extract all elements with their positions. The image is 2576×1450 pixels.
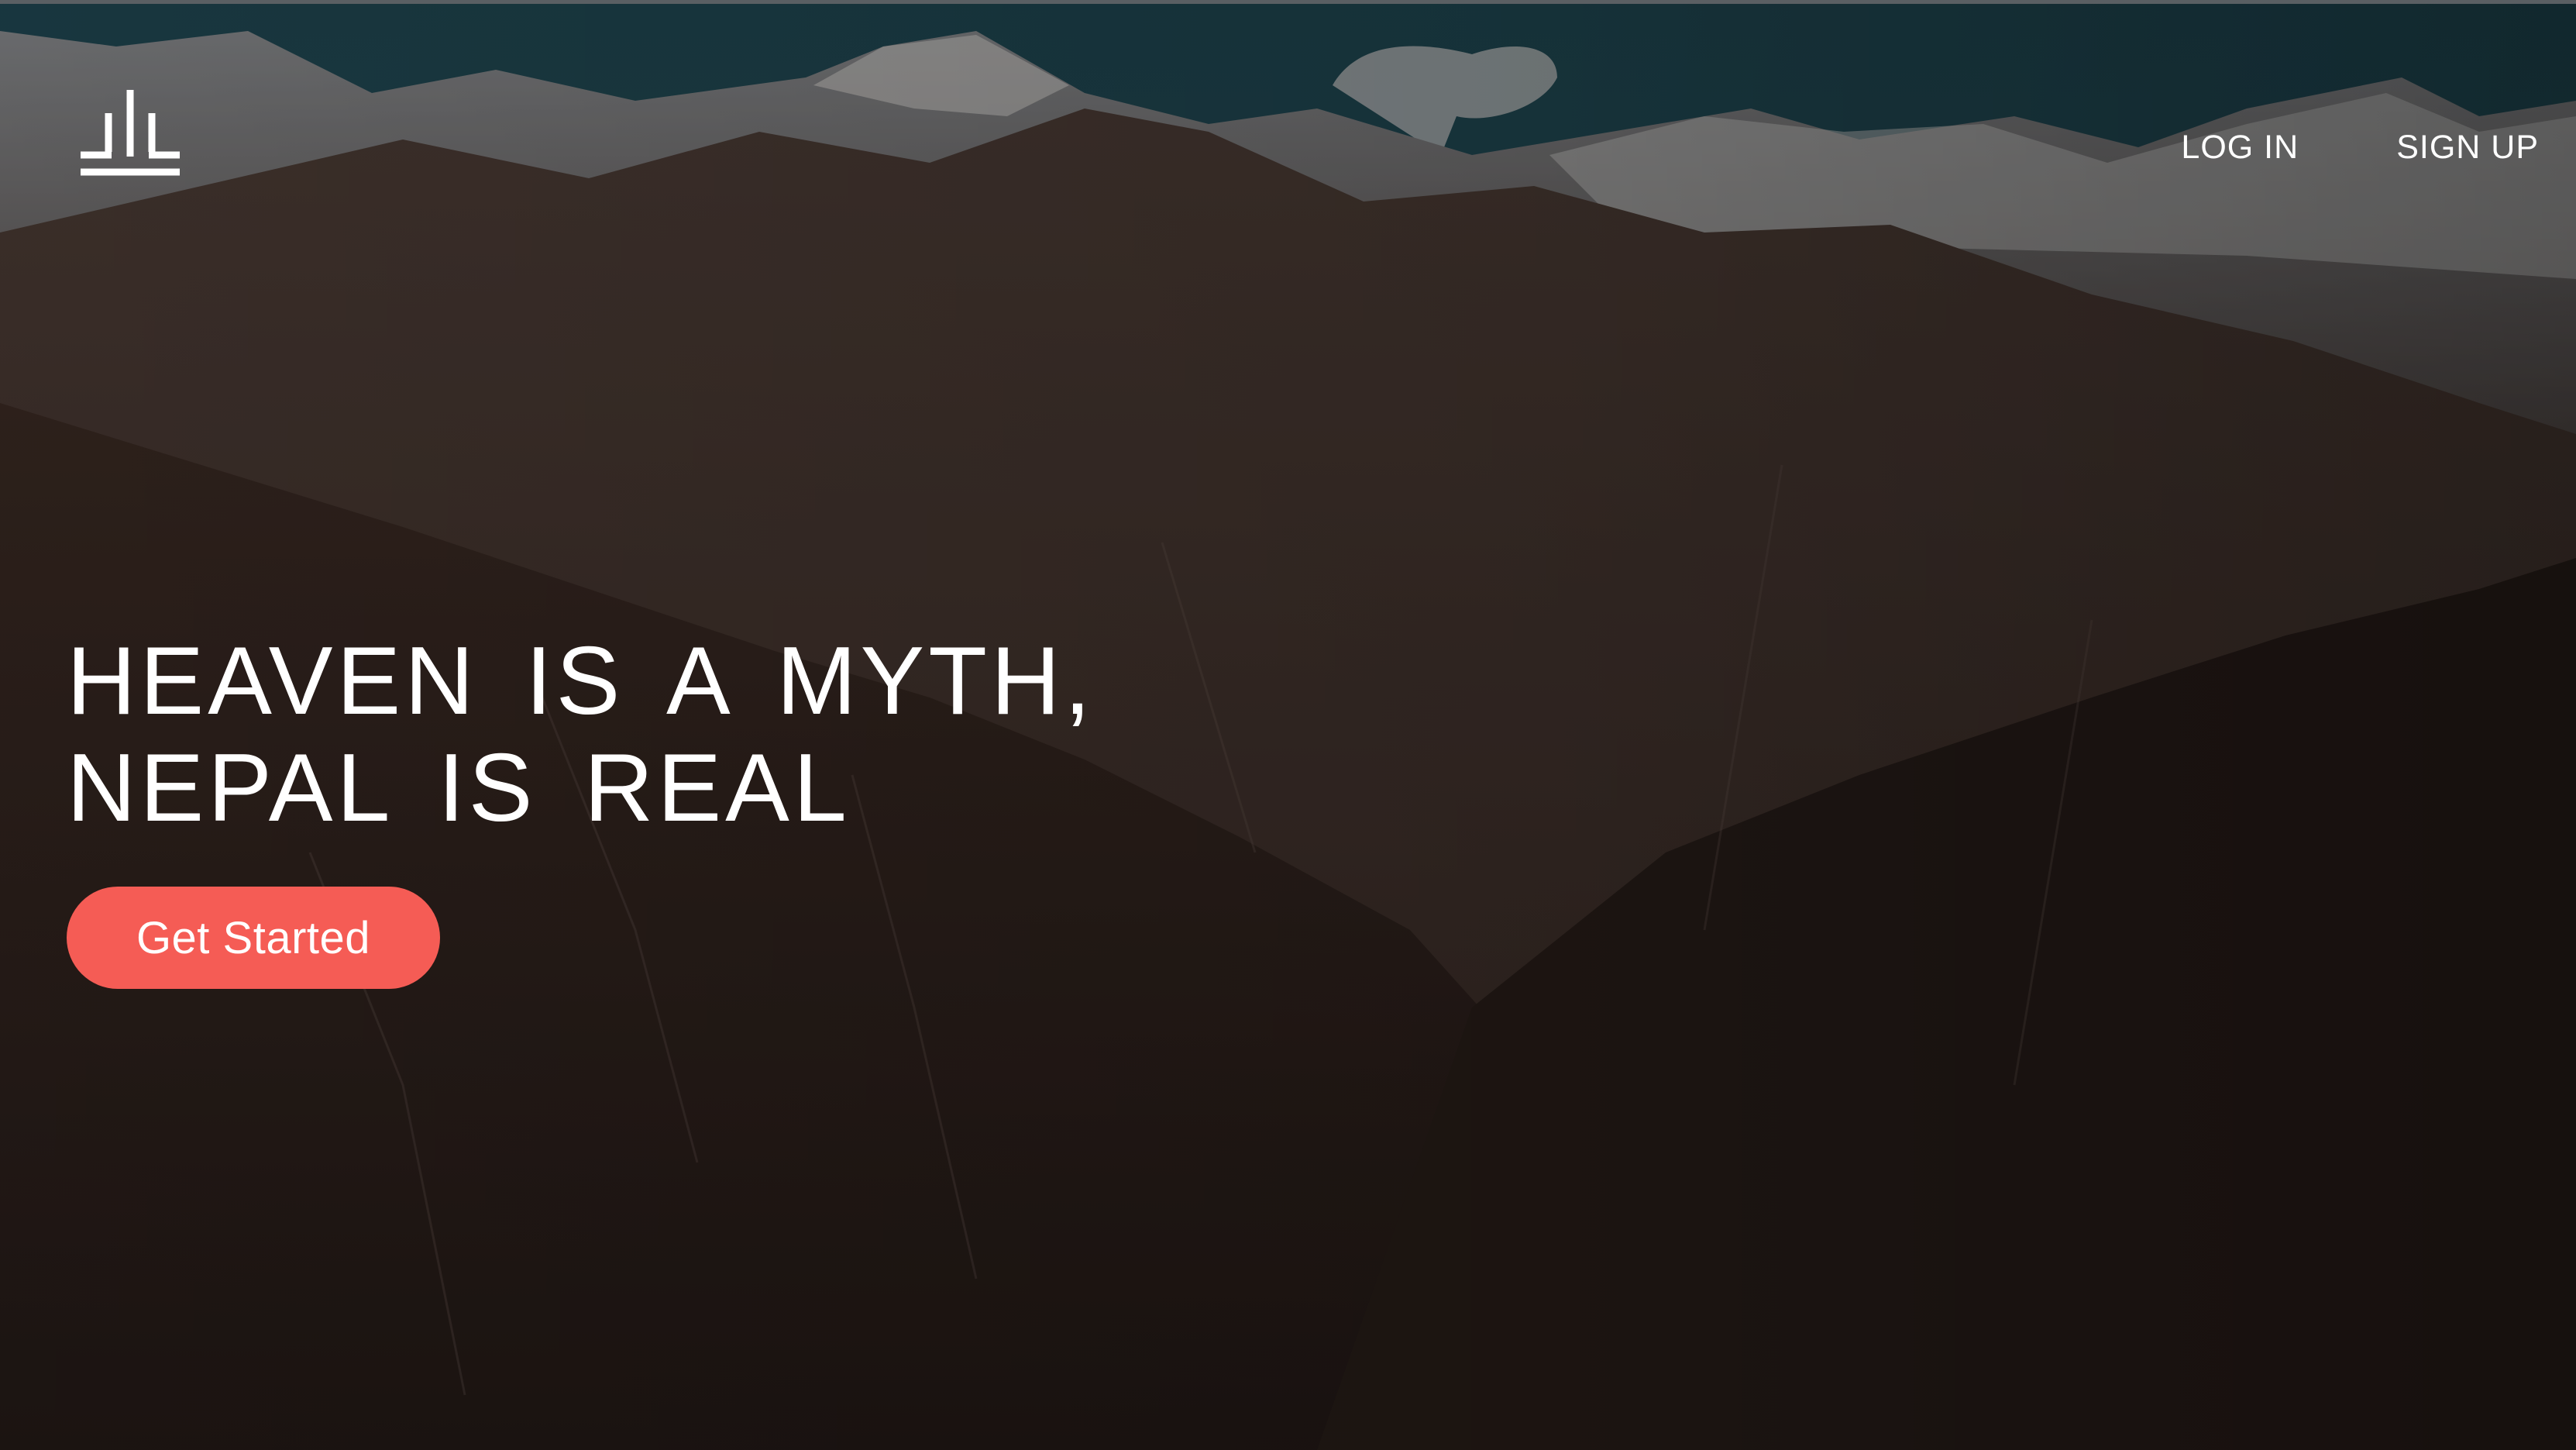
- top-border: [0, 0, 2576, 4]
- hero-headline: HEAVEN IS A MYTH, NEPAL IS REAL: [67, 628, 1095, 842]
- signup-link[interactable]: SIGN UP: [2396, 127, 2539, 167]
- headline-line-2: NEPAL IS REAL: [67, 735, 851, 842]
- headline-line-1: HEAVEN IS A MYTH,: [67, 628, 1095, 735]
- temple-pillars-logo-icon[interactable]: [77, 90, 183, 177]
- login-link[interactable]: LOG IN: [2181, 127, 2299, 167]
- get-started-button[interactable]: Get Started: [67, 887, 440, 989]
- hero-section: LOG IN SIGN UP HEAVEN IS A MYTH, NEPAL I…: [0, 0, 2576, 1450]
- top-nav: LOG IN SIGN UP: [2181, 127, 2539, 167]
